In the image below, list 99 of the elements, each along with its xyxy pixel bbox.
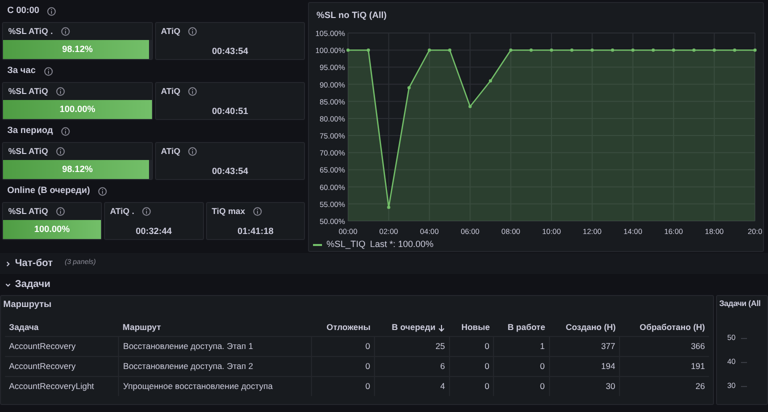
table-cell: 0 (494, 376, 550, 396)
column-header[interactable]: Обработано (Н) (620, 318, 709, 336)
column-header[interactable]: В очереди (374, 318, 450, 336)
column-header[interactable]: Задача (5, 318, 119, 336)
chart-title: %SL no TiQ (All) (316, 10, 387, 20)
panel-title: TiQ max (212, 205, 246, 218)
info-icon[interactable] (188, 147, 198, 156)
stat-value: 01:41:18 (236, 225, 275, 238)
table-cell: 194 (549, 356, 620, 376)
column-header[interactable]: Маршрут (118, 318, 312, 336)
column-header[interactable]: Новые (449, 318, 494, 336)
data-point (610, 48, 614, 52)
panel-title: %SL ATiQ (8, 85, 48, 98)
data-point (427, 48, 430, 52)
stat-value: 98.12% (61, 163, 94, 176)
data-point (672, 48, 675, 52)
table-cell: 0 (449, 356, 494, 376)
table-cell: 377 (549, 336, 620, 356)
data-point (570, 48, 573, 52)
info-icon[interactable] (188, 27, 198, 36)
chart-title: Задачи (All (719, 299, 761, 308)
panel-title: Маршруты (3, 299, 52, 310)
panel-title: %SL ATiQ (8, 205, 48, 218)
stat-value: 00:40:51 (211, 105, 250, 118)
row-title[interactable]: Задачи (15, 277, 50, 292)
stat-value: 00:32:44 (134, 225, 173, 238)
table-cell: Упрощенное восстановление доступа (118, 376, 312, 396)
legend-swatch[interactable] (313, 244, 322, 246)
data-point (630, 48, 634, 52)
data-point (406, 86, 410, 90)
column-header[interactable]: В работе (494, 318, 550, 336)
table-cell: AccountRecovery (5, 356, 119, 376)
stat-value: 100.00% (33, 223, 71, 236)
column-header[interactable]: Создано (Н) (549, 318, 620, 336)
sort-arrow-icon (438, 324, 446, 332)
data-point (448, 48, 451, 52)
data-point (732, 48, 736, 52)
stat-value: 98.12% (61, 43, 94, 56)
data-point (529, 48, 532, 52)
data-point (549, 48, 553, 52)
data-point (386, 206, 390, 209)
data-point (468, 104, 472, 108)
data-point (590, 48, 594, 52)
data-point (651, 48, 654, 52)
panel-title: ATiQ (160, 25, 180, 38)
table-cell: 30 (549, 376, 620, 396)
section-title: С 00:00 (7, 4, 40, 18)
panel-title: %SL ATiQ (8, 145, 48, 158)
table-cell: 191 (620, 356, 709, 376)
data-point (712, 48, 716, 52)
info-icon[interactable] (253, 207, 262, 216)
panel-title: ATiQ (160, 145, 180, 158)
table-cell: 0 (449, 336, 494, 356)
table-cell: 366 (620, 336, 709, 356)
info-icon[interactable] (142, 207, 152, 216)
info-icon[interactable] (47, 6, 56, 16)
info-icon[interactable] (56, 207, 66, 216)
data-point (366, 48, 370, 52)
section-title: За час (7, 64, 36, 78)
table-cell: 25 (374, 336, 450, 356)
table-cell: 0 (449, 376, 494, 396)
table-cell: Восстановление доступа. Этап 1 (118, 336, 312, 356)
section-title: За период (7, 124, 53, 138)
table-cell: Восстановление доступа. Этап 2 (118, 356, 312, 376)
data-point (346, 48, 350, 52)
panel-title: ATiQ . (110, 205, 134, 218)
table-cell: 26 (620, 376, 709, 396)
info-icon[interactable] (44, 66, 53, 76)
info-icon[interactable] (56, 147, 66, 156)
legend-label[interactable]: %SL_TIQ (326, 238, 366, 252)
data-point (508, 48, 512, 52)
info-icon[interactable] (188, 87, 198, 96)
panel-title: %SL ATiQ . (8, 25, 53, 38)
legend-value: Last *: 100.00% (370, 238, 434, 251)
table-cell: 1 (494, 336, 550, 356)
stat-value: 00:43:54 (211, 165, 250, 178)
table-cell: AccountRecovery (5, 336, 119, 356)
data-point (692, 48, 696, 52)
column-header[interactable]: Отложены (311, 318, 375, 336)
table-cell: 0 (311, 336, 375, 356)
table-cell: 0 (311, 376, 375, 396)
stat-value: 100.00% (58, 103, 96, 116)
info-icon[interactable] (60, 27, 70, 36)
stat-value: 00:43:54 (211, 45, 250, 58)
section-title: Online (В очереди) (7, 184, 90, 198)
info-icon[interactable] (60, 126, 70, 136)
info-icon[interactable] (56, 87, 66, 96)
panel-title: ATiQ (160, 85, 180, 98)
data-point (752, 48, 756, 52)
info-icon[interactable] (98, 186, 107, 196)
table-cell: 0 (311, 356, 375, 376)
table-cell: 0 (494, 356, 550, 376)
table-cell: AccountRecoveryLight (5, 376, 119, 396)
data-point (488, 79, 492, 82)
chevron-icon[interactable] (5, 260, 11, 266)
table-cell: 4 (374, 376, 450, 396)
table-cell: 6 (374, 356, 450, 376)
chevron-icon[interactable] (5, 282, 11, 288)
row-title[interactable]: Чат-бот (15, 256, 53, 271)
